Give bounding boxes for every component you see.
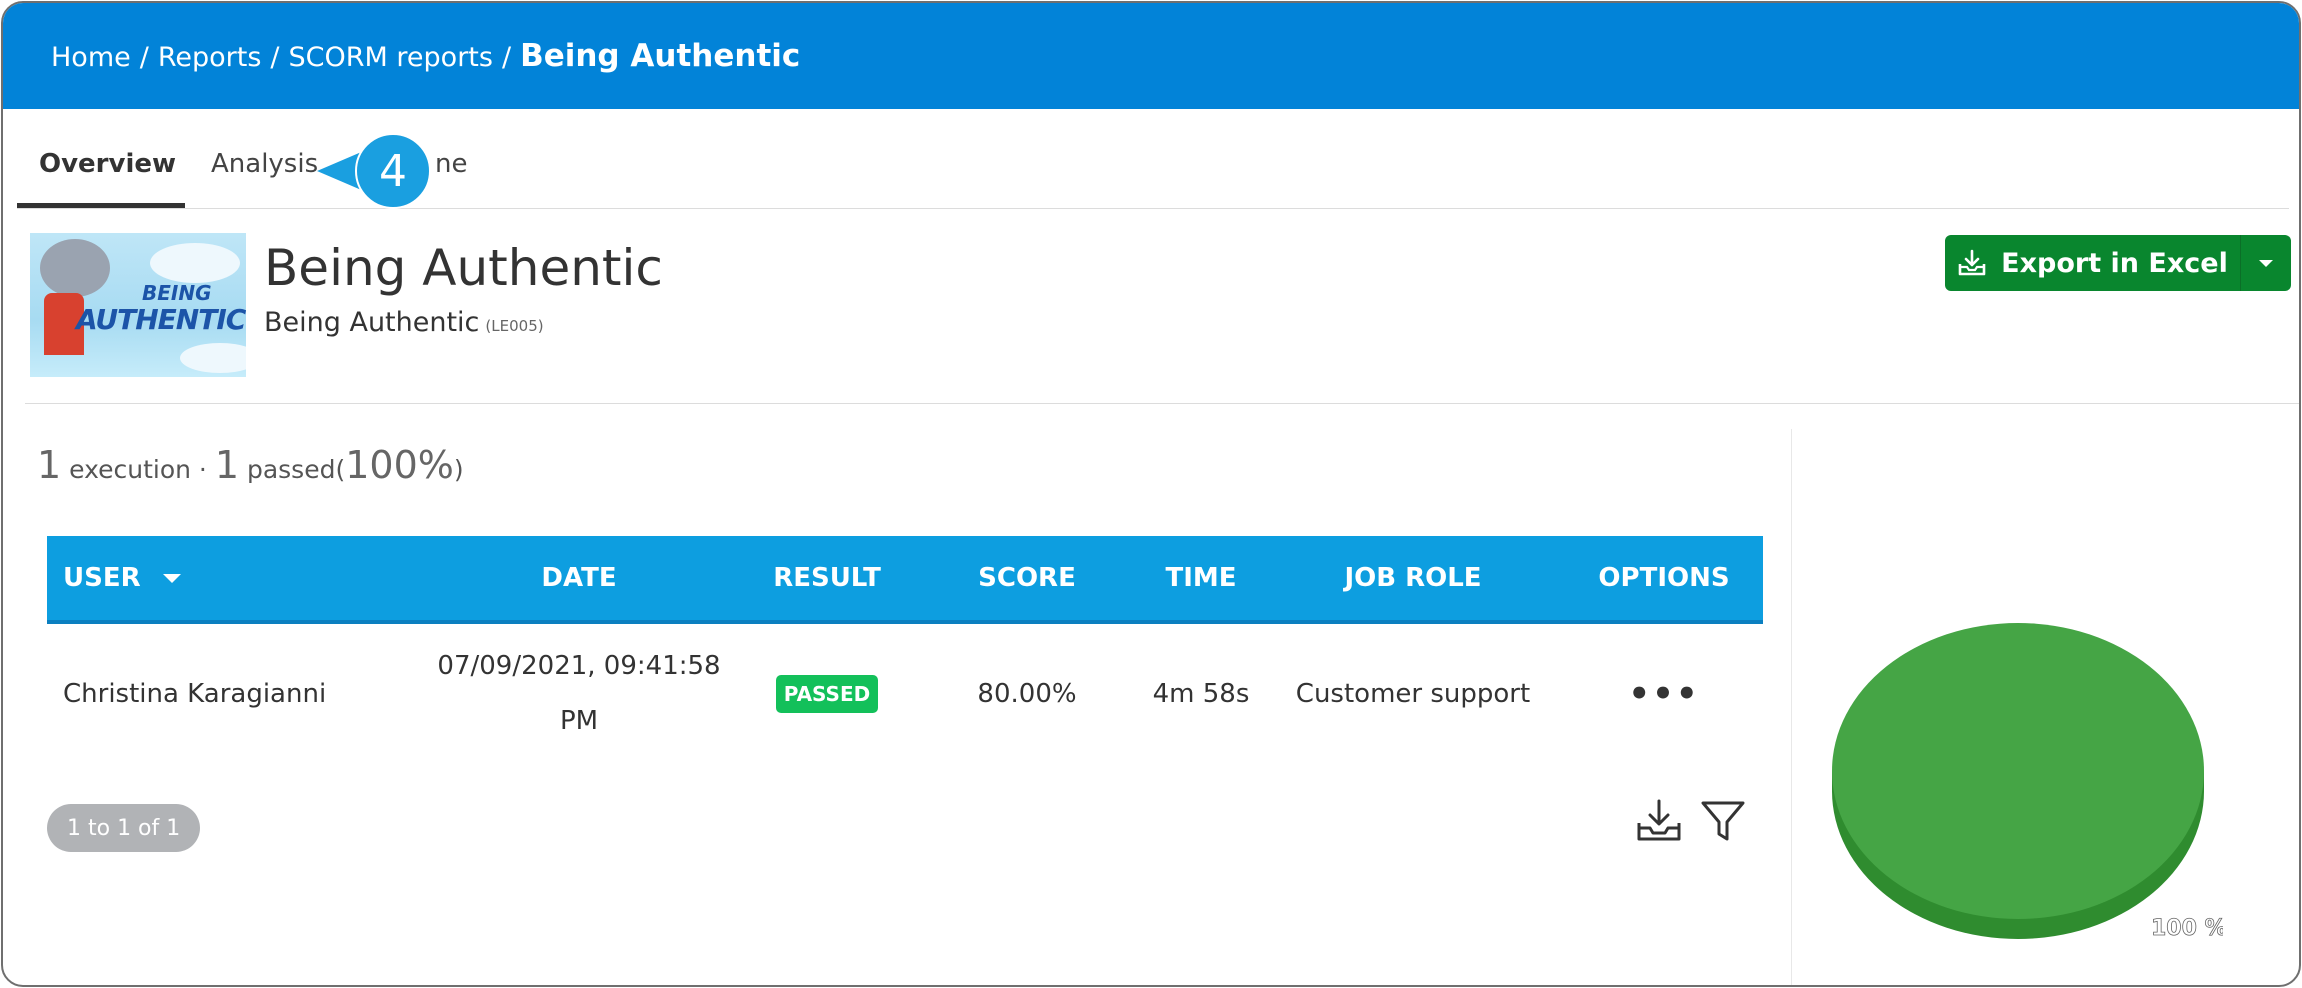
- breadcrumb-separator: /: [139, 42, 149, 73]
- cell-user: Christina Karagianni: [63, 678, 327, 709]
- executions-count: 1: [37, 443, 62, 487]
- executions-table: USER DATE RESULT SCORE TIME JOB ROLE OPT…: [47, 536, 1763, 764]
- status-badge: PASSED: [775, 675, 879, 713]
- section-divider: [25, 403, 2299, 404]
- breadcrumb-reports[interactable]: Reports: [158, 42, 262, 73]
- header-bar: Home / Reports / SCORM reports / Being Authent…: [3, 3, 2299, 109]
- callout-number: 4: [379, 145, 407, 197]
- breadcrumb-home[interactable]: Home: [51, 42, 131, 73]
- course-thumbnail: BEING AUTHENTIC: [30, 233, 246, 377]
- export-excel-label: Export in Excel: [2001, 247, 2228, 279]
- breadcrumb-current: Being Authentic: [520, 38, 801, 74]
- more-options-icon[interactable]: •••: [1628, 677, 1699, 711]
- table-header: USER DATE RESULT SCORE TIME JOB ROLE OPT…: [47, 536, 1763, 624]
- column-header-score[interactable]: SCORE: [913, 536, 1141, 620]
- breadcrumb: Home / Reports / SCORM reports / Being Authent…: [51, 38, 800, 74]
- execution-summary: 1 execution · 1 passed(100%): [37, 443, 464, 487]
- cell-job-role: Customer support: [1295, 678, 1531, 709]
- column-header-options: OPTIONS: [1598, 563, 1730, 593]
- paren-open: (: [335, 455, 346, 484]
- tab-timeline[interactable]: ne: [435, 149, 467, 179]
- active-tab-indicator: [17, 203, 185, 208]
- table-row: Christina Karagianni 07/09/2021, 09:41:5…: [47, 624, 1763, 764]
- course-code: (LE005): [485, 317, 544, 335]
- course-title: Being Authentic: [264, 239, 663, 297]
- breadcrumb-separator: /: [501, 42, 512, 73]
- sort-down-icon: [162, 573, 181, 583]
- breadcrumb-scorm-reports[interactable]: SCORM reports: [289, 42, 493, 73]
- tab-overview[interactable]: Overview: [39, 149, 176, 179]
- chart-panel-divider: [1791, 429, 1792, 985]
- passed-count: 1: [214, 443, 240, 487]
- export-excel-button[interactable]: Export in Excel: [1945, 235, 2241, 291]
- course-subtitle-text: Being Authentic: [264, 307, 480, 338]
- hero-mascot: [40, 239, 110, 297]
- cell-result: PASSED: [741, 675, 913, 713]
- column-header-job-role[interactable]: JOB ROLE: [1261, 536, 1565, 620]
- thumbnail-word-authentic: AUTHENTIC: [76, 303, 246, 336]
- pagination-info: 1 to 1 of 1: [47, 804, 201, 852]
- export-excel-split-button: Export in Excel: [1945, 235, 2291, 291]
- executions-label: execution: [69, 455, 191, 484]
- column-header-time[interactable]: TIME: [1141, 536, 1261, 620]
- pie-data-label: 100 %: [2151, 916, 2223, 941]
- breadcrumb-separator: /: [270, 42, 280, 73]
- download-tray-icon[interactable]: [1635, 797, 1683, 845]
- app-window: Home / Reports / SCORM reports / Being Authent…: [1, 1, 2301, 987]
- column-header-result[interactable]: RESULT: [741, 536, 913, 620]
- cell-time: 4m 58s: [1152, 678, 1250, 709]
- column-header-date[interactable]: DATE: [417, 536, 741, 620]
- summary-dot: ·: [198, 455, 207, 484]
- pass-rate-pie-chart: 100 %: [1832, 623, 2223, 941]
- paren-close: ): [453, 455, 464, 484]
- passed-percent: 100%: [345, 443, 454, 487]
- cell-date: 07/09/2021, 09:41:58 PM: [437, 651, 721, 736]
- chevron-down-icon: [2259, 259, 2273, 267]
- column-header-user[interactable]: USER: [47, 536, 417, 620]
- cell-options: •••: [1565, 677, 1763, 711]
- filter-funnel-icon[interactable]: [1699, 797, 1747, 845]
- course-subtitle: Being Authentic (LE005): [264, 307, 544, 338]
- thumbnail-word-being: BEING: [142, 281, 212, 305]
- cell-score: 80.00%: [977, 678, 1077, 709]
- tab-analysis[interactable]: Analysis: [211, 149, 318, 179]
- pie-slice-passed: [1832, 623, 2204, 919]
- export-dropdown-toggle[interactable]: [2241, 235, 2291, 291]
- passed-label: passed: [246, 455, 336, 484]
- step-callout: 4: [317, 133, 435, 209]
- download-icon: [1958, 249, 1986, 276]
